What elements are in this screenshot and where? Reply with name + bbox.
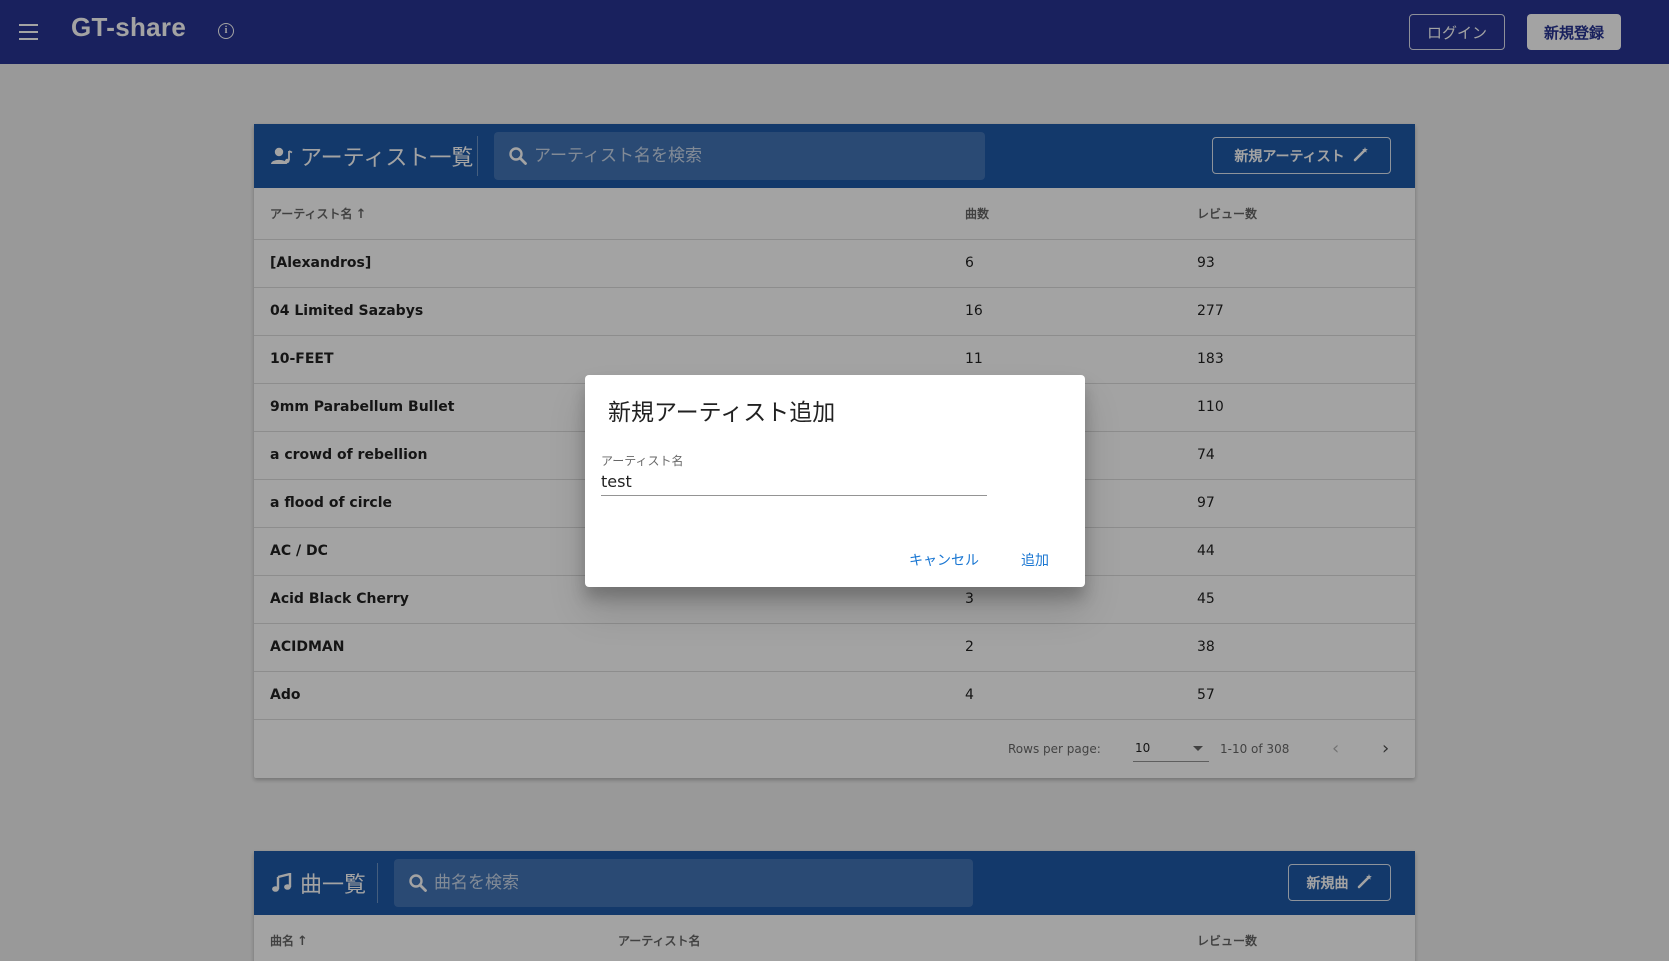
add-artist-dialog: 新規アーティスト追加 アーティスト名 キャンセル 追加 <box>585 375 1085 587</box>
dialog-title: 新規アーティスト追加 <box>608 400 836 426</box>
add-button[interactable]: 追加 <box>1021 550 1049 570</box>
artist-name-input[interactable] <box>601 467 987 496</box>
cancel-button[interactable]: キャンセル <box>909 550 979 570</box>
